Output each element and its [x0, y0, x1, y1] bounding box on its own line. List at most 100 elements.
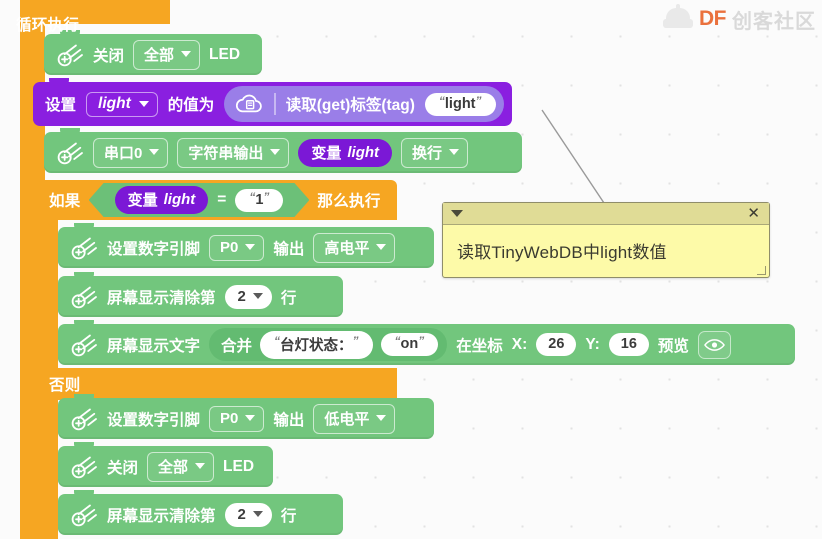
join-text-b: on	[400, 336, 419, 352]
reporter-tinywebdb-get[interactable]: 读取(get)标签(tag) “ light ”	[224, 86, 504, 122]
variable-prefix-label: 变量	[311, 144, 342, 162]
serial-mode-dropdown[interactable]: 字符串输出	[177, 137, 290, 168]
block-screen-show-text[interactable]: 屏幕显示文字 合并 “ 台灯状态： ” “ on ” 在坐标 X: 26 Y: …	[58, 320, 795, 365]
chevron-down-icon	[195, 463, 206, 469]
screen-clear-line-value: 2	[237, 287, 246, 305]
mindplus-comet-icon	[71, 237, 97, 259]
led-target-value: 全部	[158, 458, 189, 476]
led-off-action-label: 关闭	[93, 47, 125, 65]
serial-newline-value: 换行	[412, 144, 443, 162]
mindplus-comet-icon	[71, 504, 97, 526]
x-label: X:	[511, 335, 528, 353]
block-led-off-1[interactable]: 关闭 全部 LED	[44, 30, 262, 75]
comment-connector-line	[541, 109, 607, 207]
join-text-a: 台灯状态：	[280, 337, 353, 354]
condition-right-field[interactable]: “ 1 ”	[235, 189, 283, 212]
mindplus-comet-icon	[71, 286, 97, 308]
quote-close: ”	[418, 334, 425, 348]
level-dropdown[interactable]: 低电平	[313, 403, 396, 434]
get-tag-value-field[interactable]: “ light ”	[424, 92, 496, 116]
condition-operator[interactable]: =	[217, 191, 226, 209]
resize-handle-icon[interactable]	[757, 266, 766, 275]
df-robot-logo-icon	[663, 4, 693, 34]
quote-open: “	[438, 93, 445, 108]
close-x-icon[interactable]: ✕	[747, 206, 760, 221]
level-value: 高电平	[324, 239, 370, 257]
block-led-off-2[interactable]: 关闭 全部 LED	[58, 442, 273, 487]
watermark-brand: DF	[699, 7, 727, 30]
quote-close: ”	[475, 93, 482, 108]
get-tag-label: 读取(get)标签(tag)	[285, 97, 415, 114]
chevron-down-icon	[449, 149, 460, 155]
comment-bubble[interactable]: ✕ 读取TinyWebDB中light数值	[442, 202, 770, 278]
collapse-triangle-icon[interactable]	[451, 210, 463, 217]
join-text-b-field[interactable]: “ on ”	[380, 333, 439, 356]
get-tag-value: light	[444, 95, 476, 112]
led-off-action-label: 关闭	[107, 459, 139, 477]
preview-button[interactable]	[697, 330, 731, 359]
comment-titlebar[interactable]: ✕	[443, 203, 769, 225]
set-pin-label: 设置数字引脚	[107, 240, 201, 258]
block-set-digital-pin-high[interactable]: 设置数字引脚 P0 输出 高电平	[58, 223, 434, 268]
quote-open: “	[249, 189, 256, 204]
pin-dropdown[interactable]: P0	[209, 405, 265, 432]
output-label: 输出	[273, 240, 305, 258]
set-label: 设置	[45, 97, 77, 114]
screen-clear-line-dropdown[interactable]: 2	[224, 284, 272, 309]
chevron-down-icon	[376, 244, 387, 250]
chevron-down-icon	[252, 293, 263, 299]
join-text-a-field[interactable]: “ 台灯状态： ”	[260, 330, 373, 359]
y-value-field[interactable]: 16	[608, 333, 649, 356]
mindplus-comet-icon	[71, 456, 97, 478]
led-suffix-label: LED	[209, 45, 241, 63]
chevron-down-icon	[245, 244, 256, 250]
serial-newline-dropdown[interactable]: 换行	[401, 137, 469, 168]
quote-close: ”	[352, 334, 359, 348]
loop-label-text: 循环执行	[16, 17, 80, 34]
quote-open: “	[274, 334, 281, 348]
chevron-down-icon	[245, 415, 256, 421]
screen-show-text-label: 屏幕显示文字	[107, 337, 201, 355]
block-screen-clear-line-2[interactable]: 屏幕显示清除第 2 行	[58, 490, 343, 535]
mindplus-comet-icon	[57, 44, 83, 66]
serial-mode-value: 字符串输出	[188, 144, 264, 162]
mindplus-comet-icon	[57, 142, 83, 164]
condition-compare-block[interactable]: 变量 light = “ 1 ”	[89, 183, 310, 217]
then-label: 那么执行	[317, 193, 381, 210]
block-set-digital-pin-low[interactable]: 设置数字引脚 P0 输出 低电平	[58, 394, 434, 439]
screen-clear-line-value: 2	[237, 505, 246, 523]
led-suffix-label: LED	[223, 457, 255, 475]
blockly-workspace[interactable]: DF 创客社区 循环执行 关闭 全部 LED 设置 light 的值为 读取(g…	[0, 0, 822, 539]
pin-value: P0	[220, 409, 239, 427]
output-label: 输出	[273, 411, 305, 429]
condition-left-name: light	[163, 191, 196, 208]
screen-clear-label: 屏幕显示清除第	[107, 507, 216, 525]
led-target-dropdown[interactable]: 全部	[147, 451, 215, 482]
mindplus-comet-icon	[71, 408, 97, 430]
block-serial-print[interactable]: 串口0 字符串输出 变量 light 换行	[44, 128, 522, 173]
if-label: 如果	[49, 193, 81, 210]
reporter-variable-light[interactable]: 变量 light	[298, 138, 393, 167]
chevron-down-icon	[270, 149, 281, 155]
led-target-value: 全部	[144, 46, 175, 64]
x-value-field[interactable]: 26	[536, 333, 577, 356]
condition-left-variable[interactable]: 变量 light	[115, 186, 209, 214]
set-variable-dropdown[interactable]: light	[86, 91, 158, 117]
condition-right-value: 1	[255, 191, 264, 208]
level-value: 低电平	[324, 410, 370, 428]
serial-port-dropdown[interactable]: 串口0	[93, 137, 169, 168]
set-of-label: 的值为	[167, 97, 215, 114]
serial-port-value: 串口0	[104, 144, 143, 162]
screen-clear-suffix: 行	[280, 289, 297, 307]
else-row: 否则	[37, 368, 397, 400]
comment-text[interactable]: 读取TinyWebDB中light数值	[443, 225, 769, 263]
screen-clear-line-dropdown[interactable]: 2	[224, 502, 272, 527]
pin-dropdown[interactable]: P0	[209, 234, 265, 261]
chevron-down-icon	[252, 511, 263, 517]
reporter-join[interactable]: 合并 “ 台灯状态： ” “ on ”	[209, 328, 448, 361]
block-screen-clear-line-1[interactable]: 屏幕显示清除第 2 行	[58, 272, 343, 317]
level-dropdown[interactable]: 高电平	[313, 232, 396, 263]
block-set-variable[interactable]: 设置 light 的值为 读取(get)标签(tag) “ light ”	[33, 78, 512, 126]
led-target-dropdown[interactable]: 全部	[133, 39, 201, 70]
join-label: 合并	[221, 337, 253, 355]
